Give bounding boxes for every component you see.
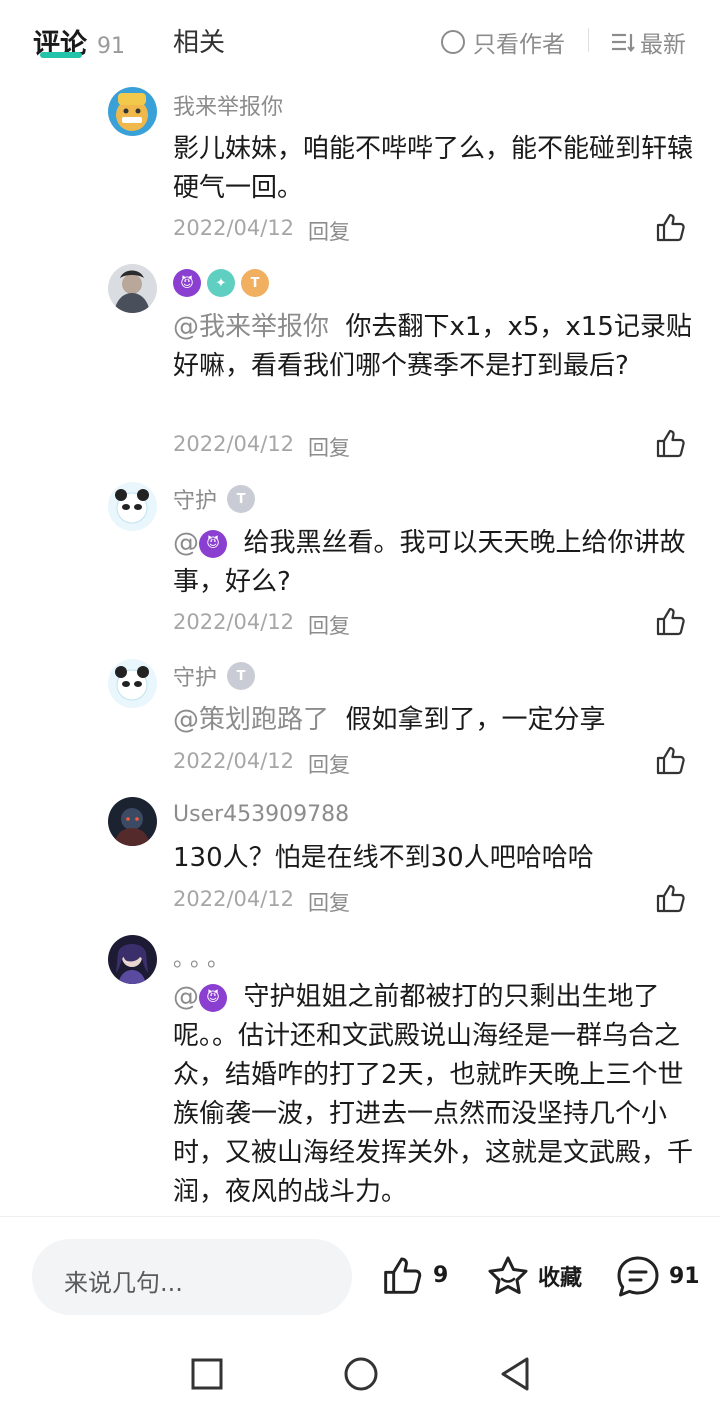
username-badges: 😈 ✦ T [173,268,269,298]
comment-text-body: 守护姐姐之前都被打的只剩出生地了呢。。估计还和文武殿说山海经是一群乌合之众，结婚… [173,982,694,1207]
comment-input[interactable]: 来说几句... [32,1239,352,1315]
like-button[interactable]: 9 [381,1255,448,1295]
mention[interactable]: @ [173,982,199,1012]
username[interactable]: User453909788 [173,802,349,827]
avatar[interactable] [108,659,157,708]
username[interactable]: 守护 [173,660,217,692]
avatar[interactable] [108,482,157,531]
username-row: User453909788 [173,799,349,829]
like-count: 9 [433,1262,449,1288]
home-icon[interactable] [343,1356,379,1392]
tier-badge-icon: T [227,485,256,513]
reply-button[interactable]: 回复 [308,432,350,462]
devil-emoji-icon: 😈 [199,529,227,558]
username[interactable]: 我来举报你 [173,89,283,121]
bottom-action-bar: 来说几句... 9 收藏 91 [0,1216,720,1336]
username[interactable]: 守护 [173,483,217,515]
reply-button[interactable]: 回复 [308,610,350,640]
level-badge-icon: ✦ [207,269,235,297]
reply-button[interactable]: 回复 [308,749,350,779]
thumbs-up-icon[interactable] [655,606,687,636]
comment-input-placeholder: 来说几句... [64,1269,183,1297]
username[interactable]: 。。。 [173,941,235,973]
comment-text-body: 给我黑丝看。我可以天天晚上给你讲故事，好么? [173,528,686,597]
comment-meta: 2022/04/12 回复 [173,432,350,462]
favorite-label: 收藏 [538,1266,583,1291]
thumbs-up-icon [384,1257,422,1294]
comment-text: @策划跑路了 假如拿到了，一定分享 [173,701,693,740]
username-row: 我来举报你 [173,90,283,120]
comment-text: @ 😈 守护姐姐之前都被打的只剩出生地了呢。。估计还和文武殿说山海经是一群乌合之众… [173,978,693,1212]
comment-meta: 2022/04/12 回复 [173,887,350,917]
thumbs-up-icon[interactable] [655,212,687,242]
comment-date: 2022/04/12 [173,749,295,773]
devil-emoji-icon: 😈 [173,269,201,297]
comment-text: @ 😈 给我黑丝看。我可以天天晚上给你讲故事，好么? [173,524,693,602]
comment-text-body: 假如拿到了，一定分享 [345,705,606,735]
username-row: 。。。 [173,942,235,972]
back-icon[interactable] [497,1356,533,1392]
comment-date: 2022/04/12 [173,887,295,911]
thumbs-up-icon[interactable] [655,745,687,775]
author-only-label: 只看作者 [473,32,565,58]
thumbs-up-icon[interactable] [655,428,687,458]
active-tab-indicator [40,52,82,58]
radio-circle-icon [441,30,465,54]
sort-label: 最新 [640,32,686,58]
divider [588,28,589,52]
comment-text: @我来举报你 你去翻下x1，x5，x15记录贴好嘛，看看我们哪个赛季不是打到最后… [173,308,693,386]
comment-meta: 2022/04/12 回复 [173,610,350,640]
comment-bubble-icon [617,1256,659,1297]
sort-button[interactable]: 最新 [610,25,686,59]
tier-badge-icon: T [227,662,256,690]
comment-text: 影儿妹妹，咱能不哔哔了么，能不能碰到轩辕硬气一回。 [173,134,694,203]
avatar[interactable] [108,797,157,846]
avatar[interactable] [108,264,157,313]
tier-badge-icon: T [241,269,269,297]
top-tab-bar: 评论 91 相关 只看作者 最新 [0,0,720,80]
username-row: 守护 T [173,483,256,515]
mention[interactable]: @ [173,528,199,558]
avatar[interactable] [108,87,157,136]
devil-emoji-icon: 😈 [199,983,227,1012]
mention[interactable]: @我来举报你 [173,312,329,342]
username-row: 守护 T [173,660,256,692]
author-only-toggle[interactable]: 只看作者 [441,25,565,59]
thumbs-up-icon[interactable] [655,883,687,913]
comment-date: 2022/04/12 [173,432,295,456]
tab-related[interactable]: 相关 [173,22,225,59]
comments-button[interactable]: 91 [615,1255,700,1297]
comment-meta: 2022/04/12 回复 [173,749,350,779]
star-icon [488,1256,528,1294]
tab-comments-count: 91 [97,34,125,59]
recent-apps-icon[interactable] [189,1356,225,1392]
system-navigation-bar [0,1336,720,1411]
comment-text: 130人？怕是在线不到30人吧哈哈哈 [173,843,594,873]
reply-button[interactable]: 回复 [308,216,350,246]
reply-button[interactable]: 回复 [308,887,350,917]
favorite-button[interactable]: 收藏 [486,1255,582,1297]
mention[interactable]: @策划跑路了 [173,705,329,735]
sort-list-icon [612,33,635,53]
avatar[interactable] [108,935,157,984]
comment-date: 2022/04/12 [173,216,295,240]
comments-count: 91 [669,1263,700,1289]
comment-meta: 2022/04/12 回复 [173,216,350,246]
comment-date: 2022/04/12 [173,610,295,634]
